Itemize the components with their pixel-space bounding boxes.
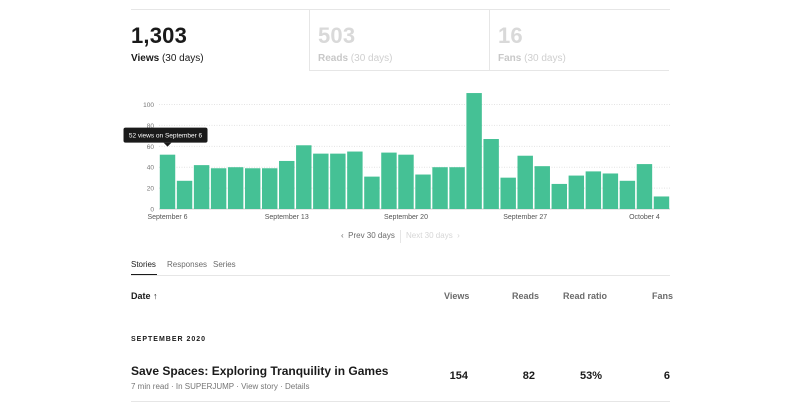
- chevron-left-icon: ‹: [341, 231, 344, 240]
- chart-bar[interactable]: [483, 139, 499, 209]
- story-views: 154: [449, 370, 468, 382]
- chart-bar[interactable]: [330, 153, 346, 209]
- y-tick-label: 0: [150, 207, 154, 214]
- chart-bar[interactable]: [262, 168, 278, 209]
- read-time: 7 min read: [131, 382, 169, 391]
- story-reads: 82: [522, 370, 535, 382]
- x-tick-label: September 13: [265, 214, 309, 221]
- y-tick-label: 40: [147, 165, 155, 172]
- stats-tabs: Stories Responses Series: [131, 258, 670, 276]
- chart-bar[interactable]: [568, 175, 585, 209]
- x-tick-label: September 27: [503, 214, 547, 221]
- views-bar-chart: 020406080100September 6 September 13 Septe…: [123, 93, 670, 221]
- chart-pager: ‹ Prev 30 days Next 30 days ›: [0, 230, 800, 244]
- arrow-up-icon: ↑: [153, 291, 158, 301]
- next-30-days-label: Next 30 days: [406, 231, 453, 240]
- chart-bar[interactable]: [636, 164, 653, 209]
- prev-30-days-label: Prev 30 days: [348, 231, 395, 240]
- chart-bar[interactable]: [466, 93, 482, 209]
- chart-bar[interactable]: [296, 145, 312, 209]
- fans-header[interactable]: Fans: [652, 291, 673, 301]
- story-title[interactable]: Save Spaces: Exploring Tranquility in Ga…: [131, 364, 388, 378]
- chevron-right-icon: ›: [457, 231, 460, 240]
- reads-header[interactable]: Reads: [512, 291, 539, 301]
- read-ratio-header[interactable]: Read ratio: [563, 291, 607, 301]
- story-read-ratio: 53%: [579, 370, 602, 382]
- chart-bar[interactable]: [551, 183, 567, 209]
- tab-series[interactable]: Series: [213, 260, 236, 269]
- chart-bar[interactable]: [449, 167, 465, 209]
- date-sort-header[interactable]: Date ↑: [131, 291, 158, 301]
- tab-stories[interactable]: Stories: [131, 260, 156, 269]
- tab-responses[interactable]: Responses: [167, 260, 207, 269]
- chart-bar[interactable]: [500, 177, 516, 209]
- chart-bar[interactable]: [619, 180, 636, 209]
- chart-bar[interactable]: [159, 154, 176, 209]
- chart-bar[interactable]: [313, 153, 329, 209]
- chart-bar[interactable]: [602, 173, 619, 209]
- story-fans: 6: [663, 370, 670, 382]
- details-link[interactable]: Details: [285, 382, 309, 391]
- chart-bar[interactable]: [227, 167, 244, 209]
- active-tab-indicator: [131, 274, 157, 275]
- pager-divider: [400, 230, 401, 243]
- tooltip-text: 52 views on September 6: [129, 133, 203, 140]
- story-meta: 7 min read · In SUPERJUMP · View story ·…: [131, 382, 310, 391]
- month-section-label: SEPTEMBER 2020: [131, 336, 207, 343]
- x-tick-label: October 4: [629, 214, 660, 221]
- chart-bar[interactable]: [534, 166, 550, 209]
- chart-bar[interactable]: [210, 168, 227, 209]
- y-tick-label: 20: [147, 186, 155, 193]
- chart-bar[interactable]: [432, 167, 448, 209]
- chart-bar[interactable]: [279, 160, 295, 209]
- chart-bar[interactable]: [364, 176, 380, 209]
- chart-bar[interactable]: [381, 152, 397, 209]
- y-tick-label: 100: [143, 102, 154, 109]
- chart-bar[interactable]: [517, 155, 533, 209]
- chart-bar[interactable]: [193, 165, 210, 209]
- chart-bar[interactable]: [244, 168, 261, 209]
- y-tick-label: 60: [147, 144, 155, 151]
- chart-bar[interactable]: [347, 151, 363, 209]
- prev-30-days-button[interactable]: ‹ Prev 30 days: [341, 231, 395, 240]
- next-30-days-button: Next 30 days ›: [406, 231, 460, 240]
- chart-bar[interactable]: [585, 171, 602, 209]
- table-row: Save Spaces: Exploring Tranquility in Ga…: [131, 362, 670, 402]
- chart-bar[interactable]: [653, 196, 670, 209]
- chart-bar[interactable]: [176, 180, 193, 209]
- x-tick-label: September 6: [147, 214, 187, 221]
- publication-link[interactable]: In SUPERJUMP: [176, 382, 234, 391]
- x-tick-label: September 20: [384, 214, 428, 221]
- chart-bar[interactable]: [415, 174, 431, 209]
- chart-bar[interactable]: [398, 154, 414, 209]
- table-header: Date ↑ Views Reads Read ratio Fans: [131, 291, 673, 305]
- views-header[interactable]: Views: [444, 291, 469, 301]
- view-story-link[interactable]: View story: [241, 382, 278, 391]
